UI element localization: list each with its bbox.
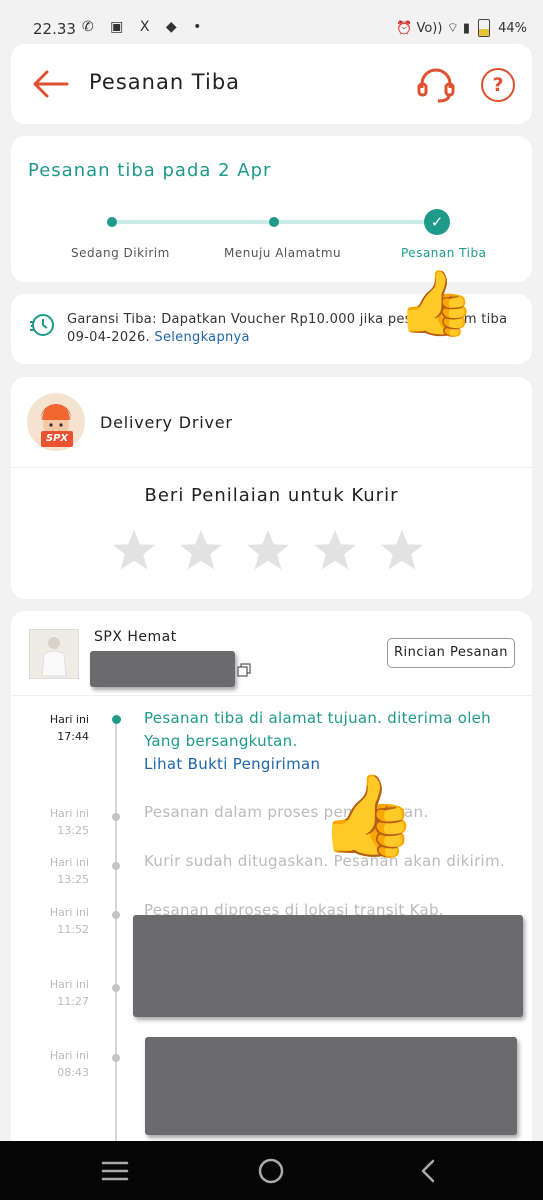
guarantee-text-line1a: Garansi Tiba: Dapatkan Voucher Rp10.000 … [67, 312, 412, 327]
timeline-day: Hari ini [49, 856, 89, 869]
timeline-day: Hari ini [49, 713, 89, 726]
star-icon[interactable] [312, 527, 358, 573]
battery-icon [478, 19, 491, 37]
divider [11, 695, 532, 696]
timeline-time: Hari ini 13:25 [19, 805, 89, 839]
arrow-left-icon[interactable] [29, 62, 73, 106]
status-time: 22.33 [33, 20, 76, 38]
courier-service: SPX Hemat [94, 629, 177, 645]
timeline-clock: 11:52 [57, 923, 89, 936]
redacted-timeline-block [133, 915, 523, 1017]
menu-icon[interactable] [101, 1160, 129, 1182]
app-header: Pesanan Tiba ? [11, 44, 532, 124]
thumbs-up-emoji: 👍 [318, 769, 418, 862]
order-details-button[interactable]: Rincian Pesanan [387, 638, 515, 668]
timeline-clock: 11:27 [57, 995, 89, 1008]
timeline-time: Hari ini 11:27 [19, 976, 89, 1010]
page-title: Pesanan Tiba [89, 70, 241, 94]
product-thumbnail [29, 629, 79, 679]
star-icon[interactable] [245, 527, 291, 573]
system-status-icons: ⏰ Vo)) ⌔ ▮ [396, 21, 471, 36]
driver-name: Delivery Driver [100, 413, 233, 432]
timeline-clock: 13:25 [57, 873, 89, 886]
rating-title: Beri Penilaian untuk Kurir [144, 485, 399, 506]
arrival-title: Pesanan tiba pada 2 Apr [28, 160, 272, 181]
timeline-day: Hari ini [49, 906, 89, 919]
spx-badge: SPX [41, 431, 73, 447]
guarantee-more-link[interactable]: Selengkapnya [154, 330, 249, 345]
system-nav-bar [0, 1141, 543, 1200]
timeline-clock: 08:43 [57, 1066, 89, 1079]
timeline-dot [112, 813, 120, 821]
driver-card: SPX Delivery Driver Beri Penilaian untuk… [11, 377, 532, 599]
guarantee-date: 09-04-2026. [67, 330, 150, 345]
clock-speed-icon [30, 314, 54, 336]
timeline-time: Hari ini 17:44 [19, 711, 89, 745]
step-label-on-the-way: Menuju Alamatmu [224, 246, 342, 260]
thumbs-up-emoji: 👍 [396, 267, 476, 341]
shipping-card: SPX Hemat Rincian Pesanan Hari ini 17:44… [11, 611, 532, 1179]
order-progress-card: Pesanan tiba pada 2 Apr ✓ Sedang Dikirim… [11, 136, 532, 282]
timeline-dot [112, 715, 121, 724]
home-circle-icon[interactable] [257, 1157, 285, 1185]
timeline-dot [112, 984, 120, 992]
star-rating [111, 527, 425, 573]
notification-icons: ✆ ▣ X ◆ • [82, 19, 208, 35]
step-label-shipping: Sedang Dikirim [71, 246, 170, 260]
copy-icon[interactable] [237, 663, 251, 677]
star-icon[interactable] [178, 527, 224, 573]
timeline-line [115, 719, 117, 1179]
timeline-time: Hari ini 08:43 [19, 1047, 89, 1081]
step-label-arrived: Pesanan Tiba [401, 246, 487, 260]
battery-percent: 44% [498, 20, 527, 36]
timeline-dot [112, 911, 120, 919]
timeline-clock: 17:44 [57, 730, 89, 743]
timeline-time: Hari ini 13:25 [19, 854, 89, 888]
timeline-day: Hari ini [49, 807, 89, 820]
step-dot-on-the-way [269, 217, 279, 227]
timeline-clock: 13:25 [57, 824, 89, 837]
timeline-event-line1: Pesanan tiba di alamat tujuan. diterima … [144, 709, 491, 727]
redacted-timeline-block [145, 1037, 517, 1135]
headset-icon[interactable] [416, 64, 456, 104]
system-icons: ⏰ Vo)) ⌔ ▮ 44% [396, 19, 527, 37]
check-icon: ✓ [424, 209, 450, 235]
timeline-dot [112, 862, 120, 870]
timeline-time: Hari ini 11:52 [19, 904, 89, 938]
star-icon[interactable] [111, 527, 157, 573]
step-dot-shipping [107, 217, 117, 227]
timeline-day: Hari ini [49, 978, 89, 991]
timeline-dot [112, 1054, 120, 1062]
timeline-event-line2: Yang bersangkutan. [144, 732, 298, 750]
question-icon[interactable]: ? [481, 68, 515, 102]
chevron-left-icon[interactable] [418, 1158, 438, 1184]
divider [11, 467, 532, 468]
timeline-day: Hari ini [49, 1049, 89, 1062]
timeline-event: Pesanan tiba di alamat tujuan. diterima … [144, 707, 491, 776]
redacted-tracking-number [90, 651, 235, 687]
product-image [30, 630, 78, 678]
star-icon[interactable] [379, 527, 425, 573]
